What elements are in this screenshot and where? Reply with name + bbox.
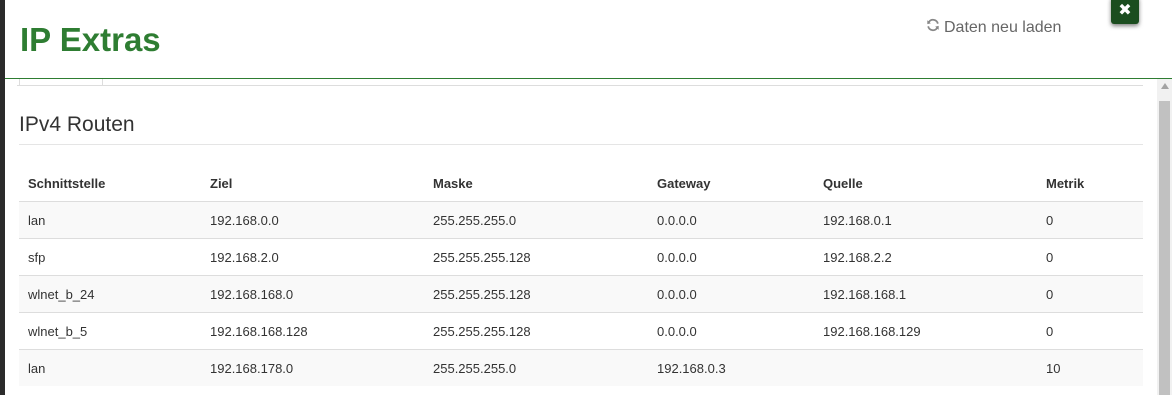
routes-table: Schnittstelle Ziel Maske Gateway Quelle … (19, 165, 1143, 386)
scroll-up-arrow-icon[interactable] (1161, 83, 1169, 89)
cell-metric: 0 (1037, 275, 1143, 313)
cell-destination: 192.168.168.0 (201, 275, 424, 313)
cell-metric: 0 (1037, 201, 1143, 239)
cell-mask: 255.255.255.0 (424, 349, 648, 386)
cell-mask: 255.255.255.128 (424, 312, 648, 350)
close-icon: ✖ (1118, 2, 1132, 19)
cell-gateway: 0.0.0.0 (648, 312, 814, 350)
cell-mask: 255.255.255.0 (424, 201, 648, 239)
column-header: Quelle (814, 165, 1037, 202)
table-header-row: Schnittstelle Ziel Maske Gateway Quelle … (19, 165, 1143, 202)
cell-source (814, 349, 1037, 386)
table-row: wlnet_b_24 192.168.168.0 255.255.255.128… (19, 275, 1143, 313)
section-title: IPv4 Routen (19, 113, 135, 136)
refresh-icon (926, 18, 940, 38)
cell-mask: 255.255.255.128 (424, 275, 648, 313)
cell-source: 192.168.2.2 (814, 238, 1037, 276)
reload-data-link[interactable]: Daten neu laden (926, 18, 1061, 38)
cell-source: 192.168.168.129 (814, 312, 1037, 350)
cell-source: 192.168.168.1 (814, 275, 1037, 313)
cell-gateway: 192.168.0.3 (648, 349, 814, 386)
table-row: sfp 192.168.2.0 255.255.255.128 0.0.0.0 … (19, 238, 1143, 276)
cell-destination: 192.168.0.0 (201, 201, 424, 239)
close-button[interactable]: ✖ (1111, 0, 1139, 24)
cell-destination: 192.168.2.0 (201, 238, 424, 276)
table-row: wlnet_b_5 192.168.168.128 255.255.255.12… (19, 312, 1143, 350)
tab-active[interactable] (19, 79, 103, 85)
cell-metric: 0 (1037, 312, 1143, 350)
cell-gateway: 0.0.0.0 (648, 275, 814, 313)
ip-extras-dialog: IP Extras Daten neu laden ✖ IPv4 Routen (5, 0, 1172, 395)
dialog-title: IP Extras (20, 21, 161, 58)
column-header: Metrik (1037, 165, 1143, 202)
column-header: Maske (424, 165, 648, 202)
cell-metric: 0 (1037, 238, 1143, 276)
cell-metric: 10 (1037, 349, 1143, 386)
section-divider (19, 144, 1143, 145)
cell-destination: 192.168.168.128 (201, 312, 424, 350)
tab-strip (17, 79, 1143, 86)
dialog-header: IP Extras Daten neu laden ✖ (5, 0, 1172, 79)
column-header: Schnittstelle (19, 165, 201, 202)
cell-mask: 255.255.255.128 (424, 238, 648, 276)
cell-gateway: 0.0.0.0 (648, 201, 814, 239)
table-row: lan 192.168.178.0 255.255.255.0 192.168.… (19, 349, 1143, 386)
cell-interface: lan (19, 201, 201, 239)
column-header: Gateway (648, 165, 814, 202)
cell-destination: 192.168.178.0 (201, 349, 424, 386)
cell-interface: sfp (19, 238, 201, 276)
cell-gateway: 0.0.0.0 (648, 238, 814, 276)
cell-interface: lan (19, 349, 201, 386)
reload-label: Daten neu laden (944, 19, 1062, 36)
cell-interface: wlnet_b_24 (19, 275, 201, 313)
cell-source: 192.168.0.1 (814, 201, 1037, 239)
cell-interface: wlnet_b_5 (19, 312, 201, 350)
column-header: Ziel (201, 165, 424, 202)
table-row: lan 192.168.0.0 255.255.255.0 0.0.0.0 19… (19, 201, 1143, 239)
vertical-scrollbar[interactable] (1157, 79, 1172, 395)
scroll-thumb[interactable] (1159, 101, 1170, 395)
